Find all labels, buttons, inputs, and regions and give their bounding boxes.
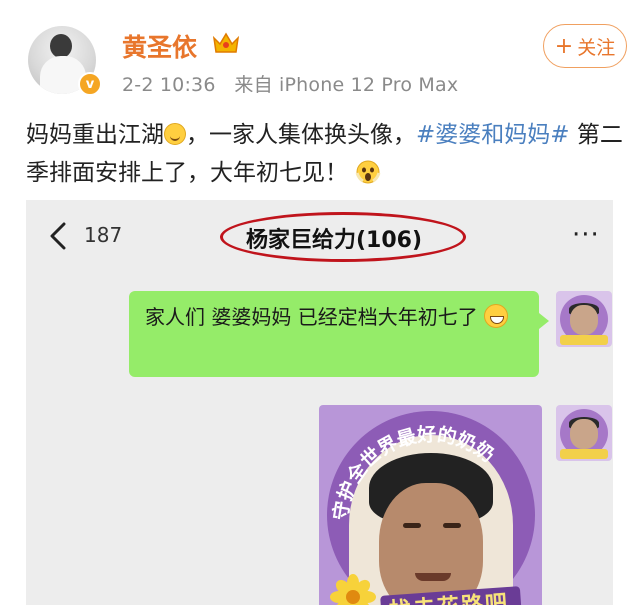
plus-icon: + bbox=[554, 33, 574, 59]
sender-avatar bbox=[556, 291, 612, 347]
weibo-post: v 黄圣依 2-2 10:36 来自 iPhone 12 Pro Max + 关… bbox=[0, 0, 640, 200]
message-bubble: 家人们 婆婆妈妈 已经定档大年初七了 bbox=[129, 291, 549, 377]
chevron-left-icon bbox=[50, 222, 66, 250]
chat-screenshot-image[interactable]: 187 杨家巨给力(106) ··· 家人们 婆婆妈妈 已经定档大年初七了 守护… bbox=[26, 200, 613, 605]
follow-label: 关注 bbox=[577, 36, 616, 59]
username[interactable]: 黄圣依 bbox=[122, 28, 197, 64]
granny-mouth bbox=[415, 573, 451, 581]
hashtag-link[interactable]: #婆婆和妈妈# bbox=[416, 122, 570, 148]
post-text-part2: ，一家人集体换头像， bbox=[186, 122, 416, 148]
flower-icon bbox=[330, 574, 376, 605]
sticker-message: 守护全世界最好的奶奶 找夫花路吧 bbox=[319, 405, 542, 605]
post-time: 2-2 10:36 bbox=[122, 74, 216, 96]
avatar-figure-head bbox=[50, 34, 72, 58]
scream-emoji-icon bbox=[355, 160, 381, 184]
smile-emoji-icon bbox=[164, 123, 186, 145]
post-text: 妈妈重出江湖 ，一家人集体换头像，#婆婆和妈妈# 第二季排面安排上了，大年初七见！ bbox=[26, 116, 626, 192]
granny-eye-right bbox=[443, 523, 461, 528]
granny-eye-left bbox=[403, 523, 421, 528]
message-text: 家人们 婆婆妈妈 已经定档大年初七了 bbox=[145, 305, 478, 329]
crown-icon bbox=[212, 32, 240, 53]
highlight-ellipse bbox=[220, 212, 466, 262]
more-dots-icon: ··· bbox=[572, 220, 600, 250]
unread-count: 187 bbox=[84, 223, 123, 247]
verified-badge-icon: v bbox=[78, 72, 102, 96]
chat-header: 187 杨家巨给力(106) ··· bbox=[26, 200, 613, 272]
post-meta: 2-2 10:36 来自 iPhone 12 Pro Max bbox=[122, 70, 458, 97]
follow-button[interactable]: + 关注 bbox=[543, 24, 627, 68]
post-text-part1: 妈妈重出江湖 bbox=[26, 122, 164, 148]
sender-avatar-2 bbox=[556, 405, 612, 461]
grin-emoji-icon bbox=[484, 304, 509, 328]
post-source: 来自 iPhone 12 Pro Max bbox=[234, 74, 459, 96]
